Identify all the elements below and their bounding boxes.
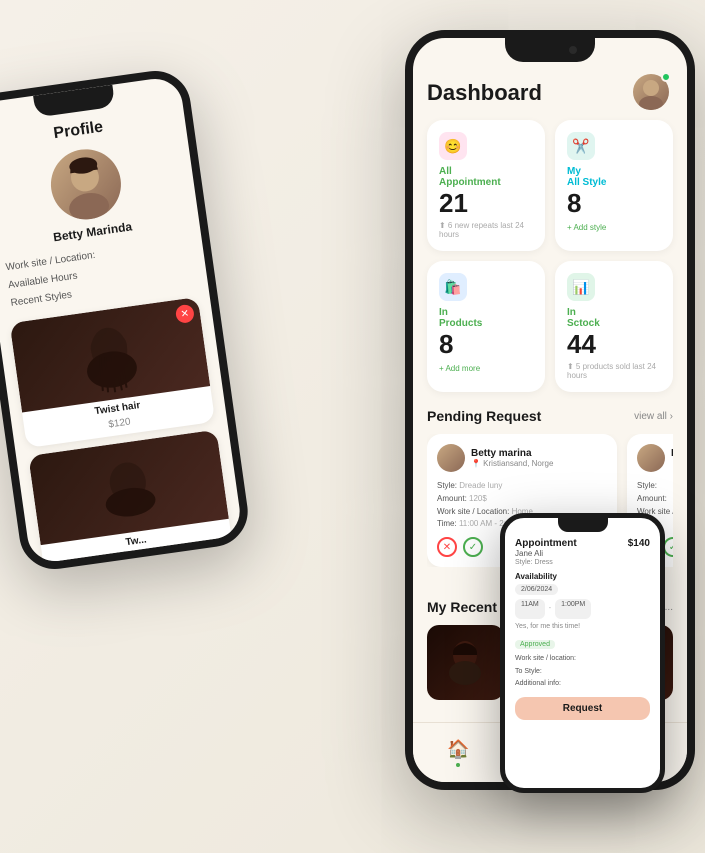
- products-label: In: [439, 307, 533, 318]
- profile-title: Profile: [0, 109, 174, 153]
- request-person-2: Betty 📍 Rm...: [637, 444, 673, 472]
- stock-value: 44: [567, 329, 661, 360]
- accept-button-1[interactable]: ✓: [463, 537, 483, 557]
- appointment-label2: Appointment: [439, 177, 533, 188]
- card-header-2: ✂️: [567, 132, 661, 160]
- home-nav-dot: [456, 763, 460, 767]
- request-amount-label-2: Amount:: [637, 493, 673, 506]
- avail-status: Approved: [515, 640, 555, 649]
- dashboard-cards-grid: 😊 All Appointment 21 ⬆ 6 new repeats las…: [427, 120, 673, 392]
- request-person-1: Betty marina 📍 Kristiansand, Norge: [437, 444, 607, 472]
- request-style-label-2: Style:: [637, 480, 673, 493]
- small-phone-notch: [558, 518, 608, 532]
- availability-section-title: Availability: [515, 572, 650, 581]
- pending-view-all[interactable]: view all ›: [634, 411, 673, 422]
- card-header-3: 🛍️: [439, 273, 533, 301]
- card-products[interactable]: 🛍️ In Products 8 + Add more: [427, 261, 545, 392]
- recent-item-1[interactable]: [427, 625, 504, 700]
- appointment-content: Appointment Jane Ali Style: Dress $140 A…: [505, 532, 660, 726]
- request-button[interactable]: Request: [515, 697, 650, 720]
- style-label2: All Style: [567, 177, 661, 188]
- person-location-2: 📍 Rm...: [671, 459, 673, 468]
- card-header-1: 😊: [439, 132, 533, 160]
- avail-label: Yes, for me this time!: [515, 623, 650, 630]
- appointment-sub: ⬆ 6 new repeats last 24 hours: [439, 221, 533, 239]
- appointment-header: Appointment Jane Ali Style: Dress $140: [515, 538, 650, 566]
- products-action[interactable]: + Add more: [439, 364, 533, 373]
- right-phone-notch: [505, 38, 595, 62]
- appointment-price: $140: [628, 538, 650, 549]
- reject-button-1[interactable]: ✕: [437, 537, 457, 557]
- style-card-1[interactable]: ✕ Twist hair $120: [10, 297, 216, 448]
- person-avatar-1: [437, 444, 465, 472]
- stock-icon: 📊: [567, 273, 595, 301]
- time-to-button[interactable]: 1:00PM: [555, 599, 591, 619]
- request-style-label: Style: Dreade luny: [437, 480, 607, 493]
- card-header-4: 📊: [567, 273, 661, 301]
- style-icon: ✂️: [567, 132, 595, 160]
- pending-title: Pending Request: [427, 408, 541, 424]
- time-row: 11AM - 1:00PM: [515, 599, 650, 619]
- tostyle-field: To Style:: [515, 666, 650, 679]
- action-buttons-1: ✕ ✓: [437, 537, 483, 557]
- profile-avatar: [46, 145, 125, 224]
- stock-label2: Sctock: [567, 318, 661, 329]
- products-label2: Products: [439, 318, 533, 329]
- additional-field: Additional info:: [515, 678, 650, 691]
- home-icon: 🏠: [447, 739, 469, 760]
- person-location-1: 📍 Kristiansand, Norge: [471, 459, 553, 468]
- stock-sub: ⬆ 5 products sold last 24 hours: [567, 362, 661, 380]
- style-label: My: [567, 166, 661, 177]
- stock-label: In: [567, 307, 661, 318]
- appointment-value: 21: [439, 188, 533, 219]
- request-amount-label: Amount: 120$: [437, 493, 607, 506]
- appointment-phone: Appointment Jane Ali Style: Dress $140 A…: [500, 513, 665, 793]
- style-action[interactable]: + Add style: [567, 223, 661, 232]
- appointment-icon: 😊: [439, 132, 467, 160]
- card-my-style[interactable]: ✂️ My All Style 8 + Add style: [555, 120, 673, 251]
- products-icon: 🛍️: [439, 273, 467, 301]
- card-stock[interactable]: 📊 In Sctock 44 ⬆ 5 products sold last 24…: [555, 261, 673, 392]
- worksite-field: Work site / location:: [515, 653, 650, 666]
- products-value: 8: [439, 329, 533, 360]
- date-button[interactable]: 2/06/2024: [515, 584, 558, 595]
- online-indicator: [661, 72, 671, 82]
- appointment-fields: Work site / location: To Style: Addition…: [515, 653, 650, 691]
- date-row: 2/06/2024: [515, 584, 650, 595]
- card-all-appointment[interactable]: 😊 All Appointment 21 ⬆ 6 new repeats las…: [427, 120, 545, 251]
- person-avatar-2: [637, 444, 665, 472]
- pending-section-header: Pending Request view all ›: [427, 408, 673, 424]
- time-from-button[interactable]: 11AM: [515, 599, 545, 619]
- appointment-title: Appointment Jane Ali Style: Dress: [515, 538, 577, 566]
- nav-home[interactable]: 🏠: [447, 739, 469, 767]
- person-name-1: Betty marina: [471, 448, 553, 459]
- appointment-label: All: [439, 166, 533, 177]
- person-name-2: Betty: [671, 448, 673, 459]
- style-value: 8: [567, 188, 661, 219]
